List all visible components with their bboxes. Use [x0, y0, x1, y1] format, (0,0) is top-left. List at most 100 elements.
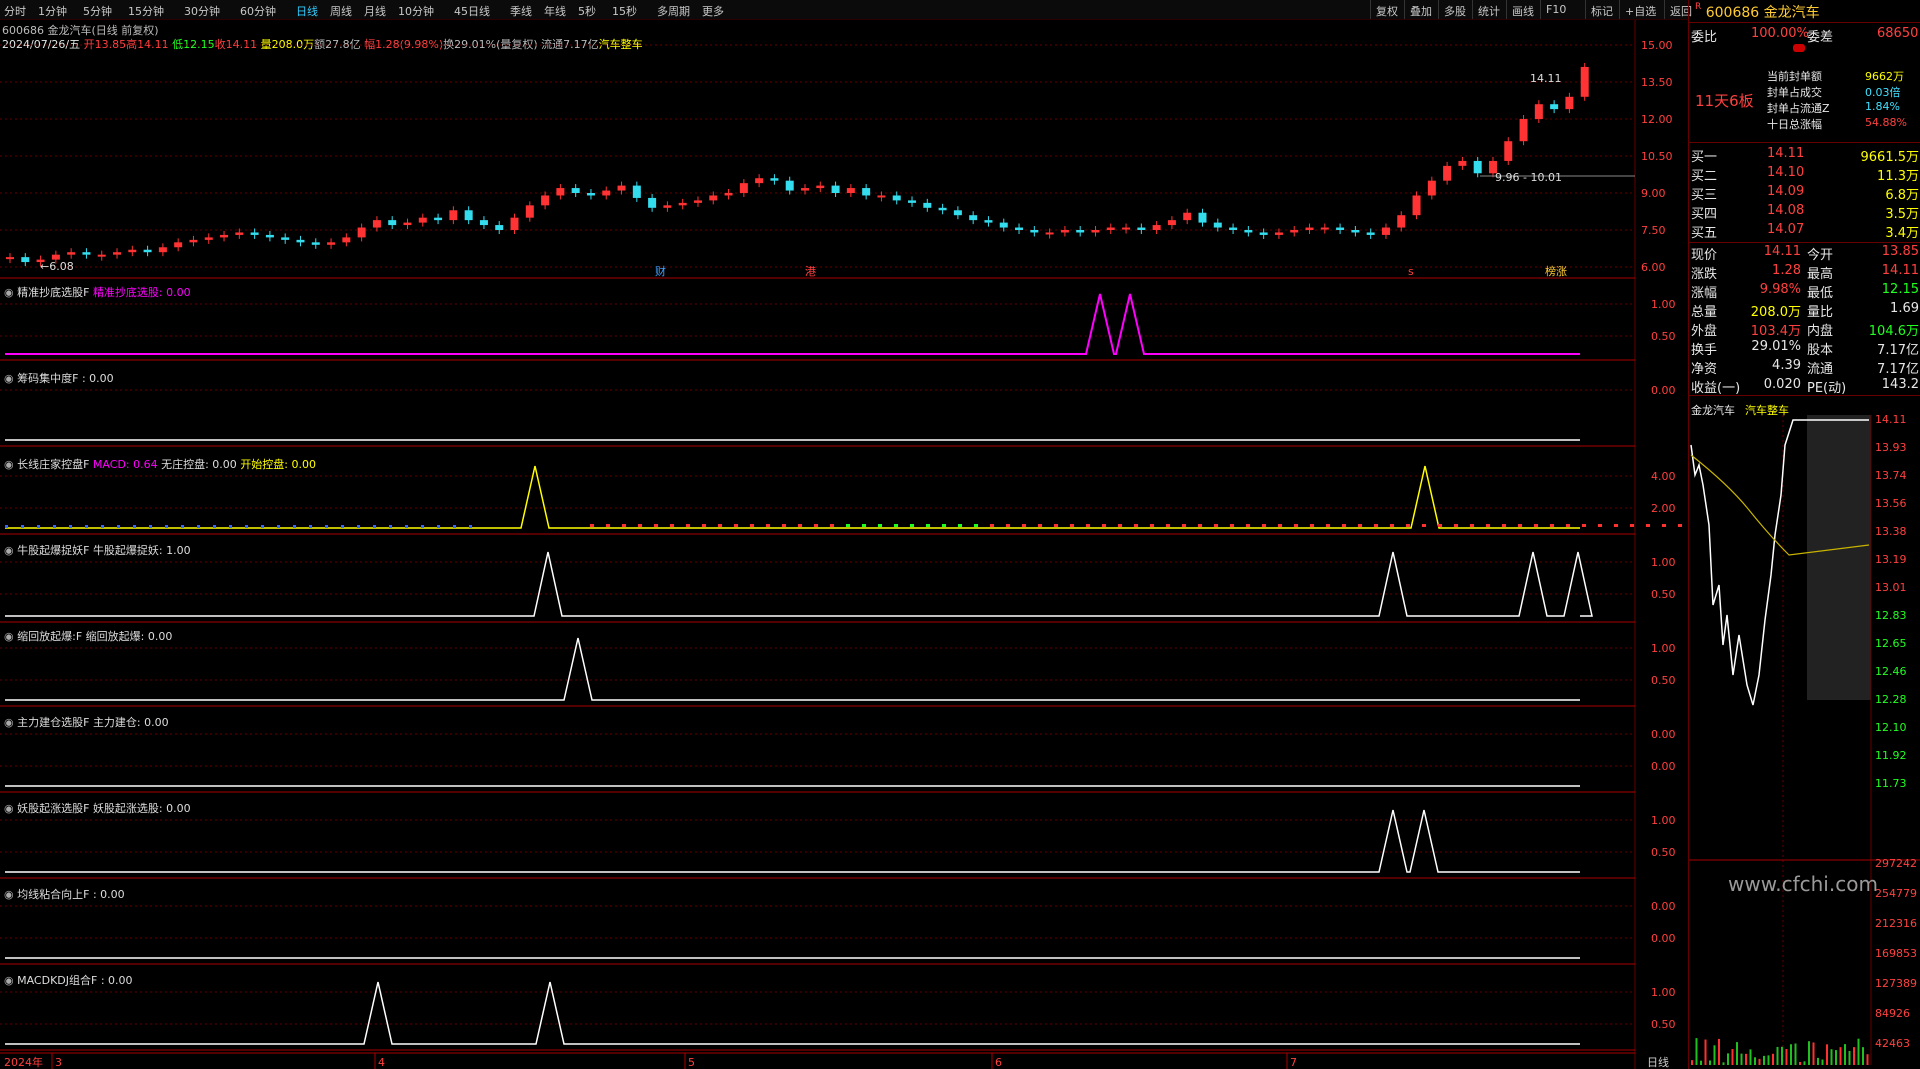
- tool-button-3[interactable]: 统计: [1472, 0, 1505, 19]
- macd-bar: [1678, 524, 1682, 527]
- macd-bar: [1326, 524, 1330, 527]
- timeframe-8[interactable]: 月线: [364, 3, 386, 19]
- timeframe-1[interactable]: 1分钟: [38, 3, 67, 19]
- macd-bar: [373, 525, 376, 528]
- bid-volume: 3.4万: [1853, 222, 1919, 241]
- timeframe-12[interactable]: 年线: [544, 3, 566, 19]
- indicator-label: 妖股起涨选股:: [93, 802, 166, 815]
- macd-bar: [1006, 524, 1010, 527]
- macd-bar: [277, 525, 280, 528]
- indicator-tick: 1.00: [1651, 986, 1676, 999]
- candle: [220, 235, 228, 237]
- candle: [587, 193, 595, 195]
- mini-price-tick: 13.74: [1875, 469, 1907, 482]
- tool-button-5[interactable]: F10: [1540, 0, 1571, 19]
- candle: [419, 218, 427, 223]
- settings-icon[interactable]: ◉: [4, 286, 17, 299]
- indicator-tick: 1.00: [1651, 556, 1676, 569]
- indicator-value: 0.00: [148, 630, 173, 643]
- macd-bar: [1262, 524, 1266, 527]
- tool-button-1[interactable]: 叠加: [1404, 0, 1437, 19]
- macd-bar: [718, 524, 722, 527]
- timeframe-0[interactable]: 分时: [4, 3, 26, 19]
- timeframe-6[interactable]: 日线: [296, 3, 318, 19]
- settings-icon[interactable]: ◉: [4, 544, 17, 557]
- timeframe-10[interactable]: 45日线: [454, 3, 490, 19]
- macd-bar: [293, 525, 296, 528]
- candle: [52, 255, 60, 260]
- settings-icon[interactable]: ◉: [4, 716, 17, 729]
- candle: [296, 240, 304, 242]
- candle: [1397, 215, 1405, 227]
- timeframe-5[interactable]: 60分钟: [240, 3, 276, 19]
- mini-volume-bar: [1772, 1054, 1774, 1065]
- mini-volume-tick: 254779: [1875, 887, 1917, 900]
- tool-button-7[interactable]: +自选: [1619, 0, 1661, 19]
- tool-button-2[interactable]: 多股: [1438, 0, 1471, 19]
- candle: [572, 188, 580, 193]
- timeframe-3[interactable]: 15分钟: [128, 3, 164, 19]
- timeframe-16[interactable]: 更多: [702, 3, 724, 19]
- settings-icon[interactable]: ◉: [4, 888, 17, 901]
- candle: [954, 210, 962, 215]
- collapse-icon[interactable]: [1793, 44, 1805, 52]
- settings-icon[interactable]: ◉: [4, 372, 17, 385]
- bid-volume: 9661.5万: [1853, 146, 1919, 165]
- stat-label: 收益(一): [1691, 377, 1740, 396]
- tool-button-4[interactable]: 画线: [1506, 0, 1539, 19]
- macd-bar: [894, 524, 898, 527]
- intraday-mini-chart[interactable]: 14.11 13.93 13.74 13.56 13.38 13.19 13.01 12.83…: [1689, 415, 1920, 1065]
- timeframe-2[interactable]: 5分钟: [83, 3, 112, 19]
- indicator-value: 0.00: [166, 286, 191, 299]
- macd-bar: [1086, 524, 1090, 527]
- macd-bar: [670, 524, 674, 527]
- mini-volume-bar: [1705, 1040, 1707, 1065]
- indicator-tick: 0.50: [1651, 330, 1676, 343]
- timeframe-15[interactable]: 多周期: [657, 3, 690, 19]
- mini-volume-bar: [1808, 1041, 1810, 1065]
- tool-button-6[interactable]: 标记: [1585, 0, 1618, 19]
- mini-price-tick: 13.19: [1875, 553, 1907, 566]
- price-tick: 6.00: [1641, 261, 1666, 274]
- candle: [679, 203, 687, 205]
- candle: [1015, 228, 1023, 230]
- timeframe-9[interactable]: 10分钟: [398, 3, 434, 19]
- mini-price-tick: 11.92: [1875, 749, 1907, 762]
- candle: [786, 181, 794, 191]
- macd-bar: [1486, 524, 1490, 527]
- indicator-line: [5, 552, 1592, 616]
- macd-bar: [1582, 524, 1586, 527]
- indicator-tick: 0.00: [1651, 900, 1676, 913]
- month-label: 4: [378, 1056, 385, 1069]
- macd-bar: [1038, 524, 1042, 527]
- macd-bar: [1518, 524, 1522, 527]
- macd-bar: [1646, 524, 1650, 527]
- settings-icon[interactable]: ◉: [4, 802, 17, 815]
- price-tick: 15.00: [1641, 39, 1673, 52]
- chart-area[interactable]: 15.00 13.50 12.00 10.50 9.00 7.50 6.00 14.11 ←6.…: [0, 20, 1688, 1069]
- macd-bar: [1246, 524, 1250, 527]
- settings-icon[interactable]: ◉: [4, 974, 17, 987]
- candle: [1351, 230, 1359, 232]
- candle: [1336, 228, 1344, 230]
- timeframe-11[interactable]: 季线: [510, 3, 532, 19]
- macd-bar: [69, 525, 72, 528]
- stat-value: 1.28: [1747, 263, 1801, 278]
- bid-price: 14.10: [1767, 165, 1804, 180]
- settings-icon[interactable]: ◉: [4, 458, 17, 471]
- timeframe-14[interactable]: 15秒: [612, 3, 637, 19]
- macd-bar: [325, 525, 328, 528]
- mini-volume-bar: [1858, 1039, 1860, 1065]
- bid-volume: 3.5万: [1853, 203, 1919, 222]
- candle: [893, 195, 901, 200]
- candle: [465, 210, 473, 220]
- tool-button-0[interactable]: 复权: [1370, 0, 1403, 19]
- indicator-tick: 0.00: [1651, 760, 1676, 773]
- candle: [6, 257, 14, 259]
- mini-volume-bar: [1745, 1054, 1747, 1065]
- settings-icon[interactable]: ◉: [4, 630, 17, 643]
- mini-volume-bar: [1790, 1044, 1792, 1065]
- timeframe-13[interactable]: 5秒: [578, 3, 596, 19]
- timeframe-7[interactable]: 周线: [330, 3, 352, 19]
- timeframe-4[interactable]: 30分钟: [184, 3, 220, 19]
